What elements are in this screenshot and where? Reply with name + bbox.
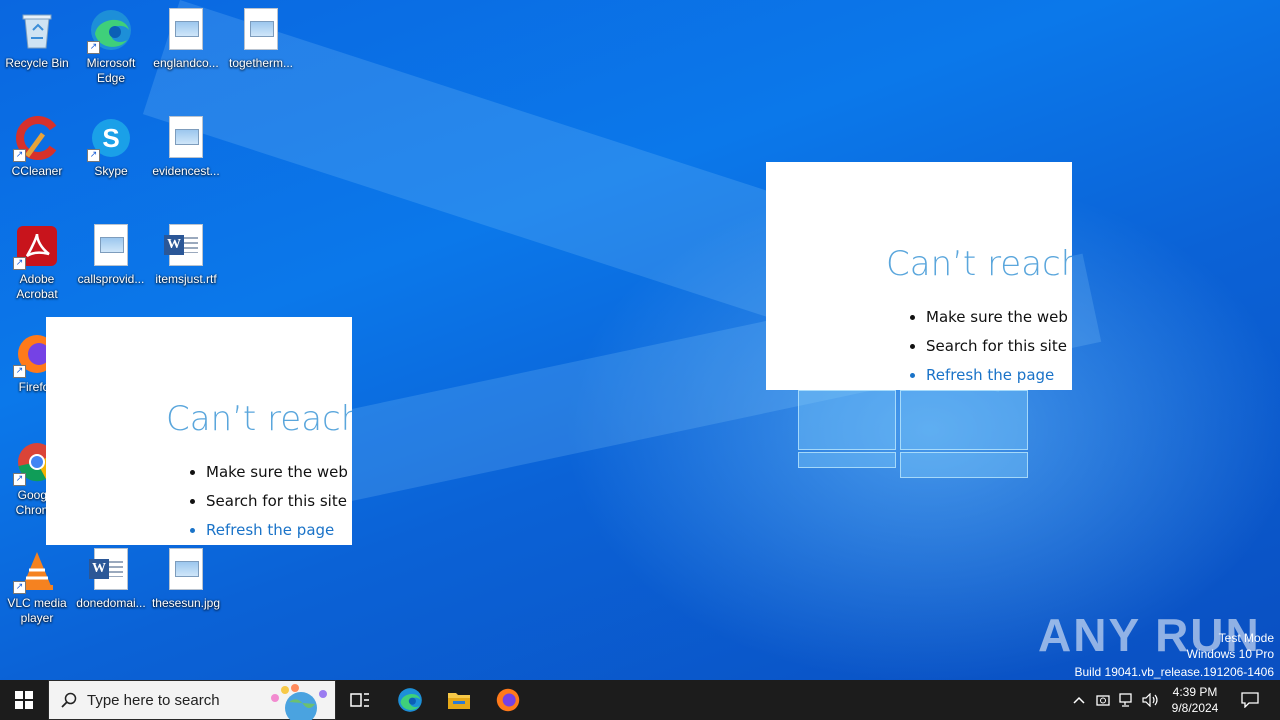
error-popup[interactable]: Can’t reach t Make sure the web ad Searc… (46, 317, 352, 545)
windows-logo-icon (15, 691, 33, 709)
taskbar: Type here to search 4:39 PM 9/8/2024 (0, 680, 1280, 720)
clock[interactable]: 4:39 PM 9/8/2024 (1166, 680, 1224, 720)
desktop-icon-togetherm[interactable]: togetherm... (224, 2, 298, 71)
refresh-link[interactable]: Refresh the page (926, 361, 1072, 390)
desktop-icon-microsoft-edge[interactable]: ↗ Microsoft Edge (74, 2, 148, 86)
skype-icon: S ↗ (87, 116, 133, 162)
error-title: Can’t reach t (166, 399, 352, 439)
search-highlight-illustration-icon (271, 684, 327, 720)
build-watermark: Build 19041.vb_release.191206-1406 (1074, 665, 1275, 679)
shortcut-arrow-icon: ↗ (13, 257, 26, 270)
test-mode-watermark: Test Mode Windows 10 Pro (1186, 631, 1274, 661)
error-suggestion-list: Make sure the web ad Search for this sit… (186, 458, 352, 545)
desktop-icon-itemsjust[interactable]: W itemsjust.rtf (149, 218, 223, 287)
taskbar-search-box[interactable]: Type here to search (48, 680, 336, 720)
shortcut-arrow-icon: ↗ (13, 473, 26, 486)
edge-icon: ↗ (87, 8, 133, 54)
search-placeholder: Type here to search (87, 691, 220, 709)
windows-logo-pane (798, 390, 896, 450)
network-button[interactable] (1116, 680, 1138, 720)
windows-logo-pane (900, 452, 1028, 478)
vlc-icon: ↗ (13, 548, 59, 594)
start-button[interactable] (0, 680, 48, 720)
taskbar-file-explorer-button[interactable] (437, 680, 481, 720)
desktop-icon-donedomai[interactable]: W donedomai... (74, 542, 148, 611)
show-hidden-icons-button[interactable] (1068, 680, 1090, 720)
firefox-icon (496, 688, 520, 712)
shortcut-arrow-icon: ↗ (13, 581, 26, 594)
tray-capture-button[interactable] (1092, 680, 1114, 720)
image-file-icon (164, 116, 208, 160)
suggestion-item: Make sure the web ad (926, 303, 1072, 332)
search-icon (61, 692, 77, 708)
ccleaner-icon: ↗ (13, 116, 59, 162)
speaker-icon (1142, 693, 1158, 707)
desktop-icon-thesesun[interactable]: thesesun.jpg (149, 542, 223, 611)
taskbar-firefox-button[interactable] (486, 680, 530, 720)
shortcut-arrow-icon: ↗ (13, 149, 26, 162)
refresh-link[interactable]: Refresh the page (206, 516, 352, 545)
chevron-up-icon (1073, 696, 1085, 704)
desktop-icon-englandco[interactable]: englandco... (149, 2, 223, 71)
notification-icon (1241, 692, 1259, 708)
desktop-icon-ccleaner[interactable]: ↗ CCleaner (0, 110, 74, 179)
task-view-icon (350, 693, 369, 707)
shortcut-arrow-icon: ↗ (87, 41, 100, 54)
shortcut-arrow-icon: ↗ (13, 365, 26, 378)
error-popup[interactable]: Can’t reach t Make sure the web ad Searc… (766, 162, 1072, 390)
windows-logo-pane (798, 452, 896, 468)
suggestion-item: Search for this site on (926, 332, 1072, 361)
desktop-icon-skype[interactable]: S ↗ Skype (74, 110, 148, 179)
clock-date: 9/8/2024 (1171, 701, 1219, 715)
error-title: Can’t reach t (886, 244, 1072, 284)
desktop-icon-vlc[interactable]: ↗ VLC media player (0, 542, 74, 626)
network-icon (1119, 693, 1132, 707)
edge-icon (398, 688, 422, 712)
task-view-button[interactable] (338, 680, 382, 720)
desktop-icon-adobe-acrobat[interactable]: ↗ Adobe Acrobat (0, 218, 74, 302)
taskbar-edge-button[interactable] (388, 680, 432, 720)
action-center-button[interactable] (1232, 680, 1268, 720)
word-file-icon: W (164, 224, 208, 268)
image-file-icon (164, 8, 208, 52)
image-file-icon (164, 548, 208, 592)
suggestion-item: Make sure the web ad (206, 458, 352, 487)
desktop-icon-recycle-bin[interactable]: Recycle Bin (0, 2, 74, 71)
svg-text:S: S (102, 123, 119, 153)
desktop-icon-callsprovid[interactable]: callsprovid... (74, 218, 148, 287)
shortcut-arrow-icon: ↗ (87, 149, 100, 162)
volume-button[interactable] (1140, 680, 1162, 720)
error-suggestion-list: Make sure the web ad Search for this sit… (906, 303, 1072, 390)
folder-icon (448, 693, 470, 709)
desktop-icon-evidencest[interactable]: evidencest... (149, 110, 223, 179)
clock-time: 4:39 PM (1172, 685, 1218, 699)
windows-logo-pane (900, 390, 1028, 450)
acrobat-icon: ↗ (13, 224, 59, 270)
image-file-icon (89, 224, 133, 268)
camera-icon (1096, 695, 1110, 706)
image-file-icon (239, 8, 283, 52)
recycle-bin-icon (15, 8, 59, 52)
word-file-icon: W (89, 548, 133, 592)
suggestion-item: Search for this site on (206, 487, 352, 516)
